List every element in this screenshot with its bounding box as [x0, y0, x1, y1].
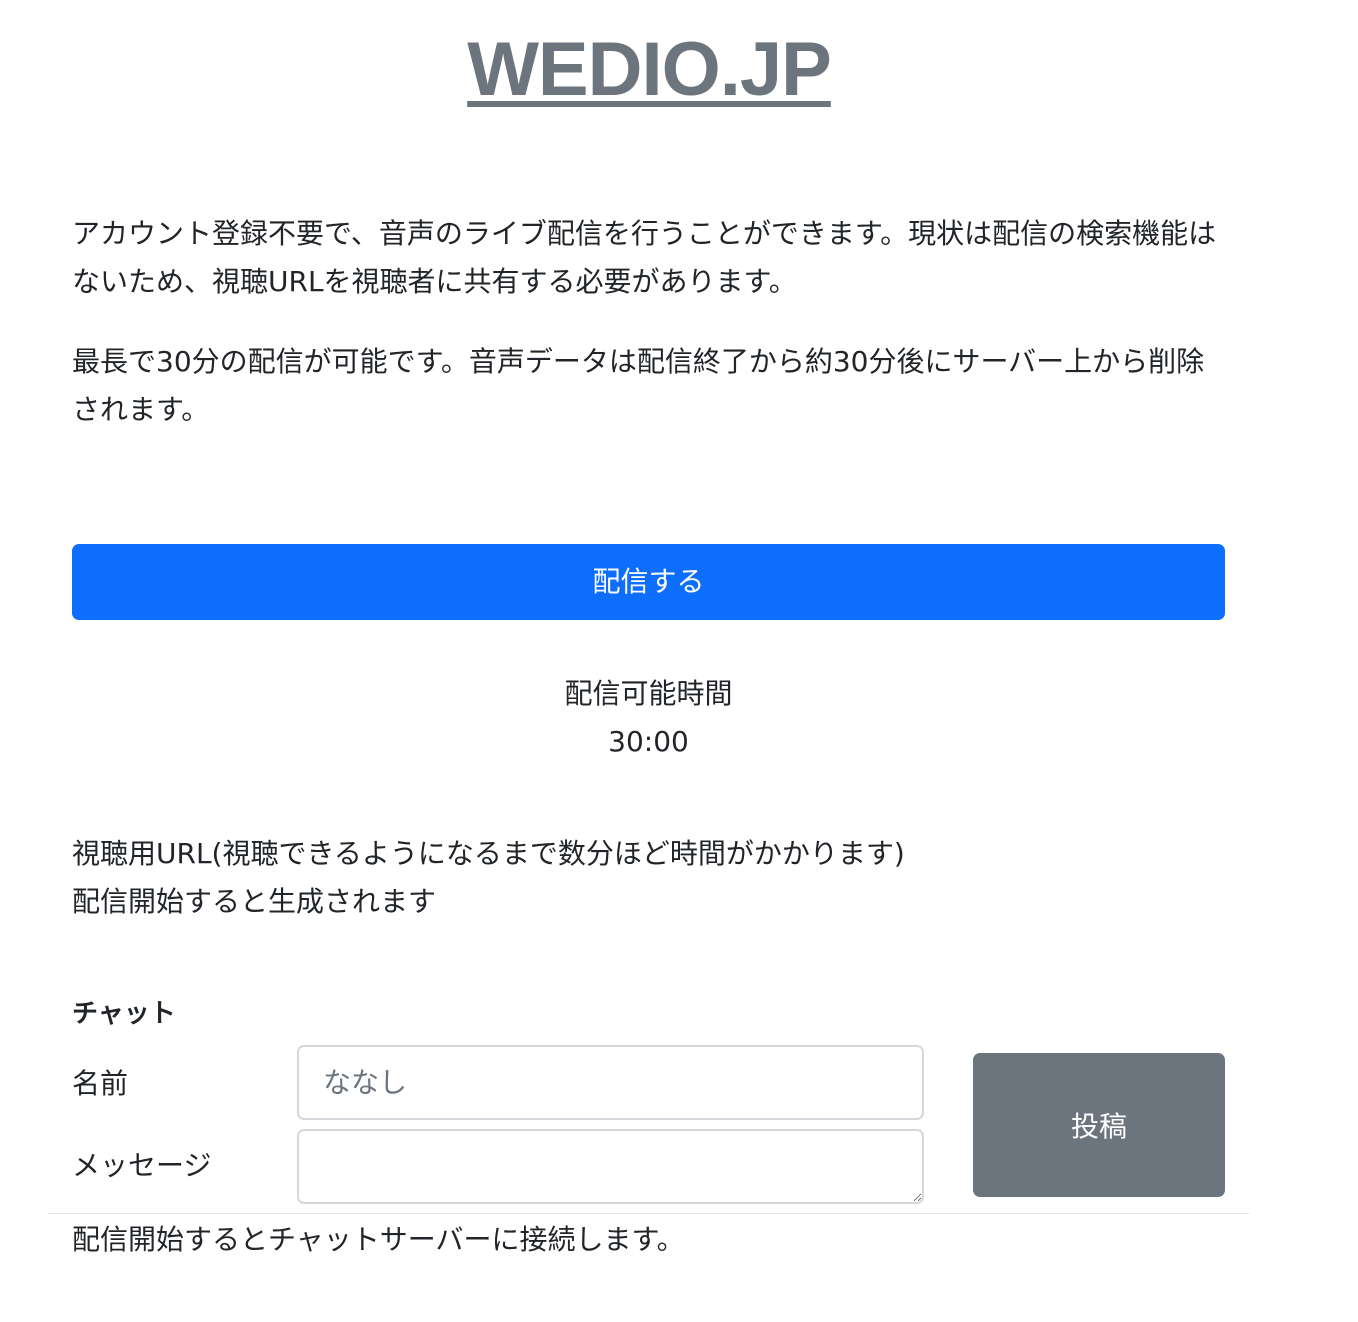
chat-connection-status: 配信開始するとチャットサーバーに接続します。	[72, 1223, 685, 1256]
name-label: 名前	[72, 1067, 129, 1100]
viewer-url-block: 視聴用URL(視聴できるようになるまで数分ほど時間がかかります) 配信開始すると…	[72, 830, 905, 926]
name-input[interactable]	[297, 1045, 924, 1120]
broadcast-time-block: 配信可能時間 30:00	[72, 670, 1225, 766]
intro-paragraph-1: アカウント登録不要で、音声のライブ配信を行うことができます。現状は配信の検索機能…	[72, 210, 1228, 306]
broadcast-time-remaining: 30:00	[608, 725, 689, 758]
intro-paragraph-1-line-2: ないため、視聴URLを視聴者に共有する必要があります。	[72, 265, 797, 298]
message-label: メッセージ	[72, 1149, 212, 1182]
viewer-url-status: 配信開始すると生成されます	[72, 885, 437, 918]
broadcast-time-label: 配信可能時間	[564, 677, 733, 710]
viewer-url-label: 視聴用URL(視聴できるようになるまで数分ほど時間がかかります)	[72, 837, 905, 870]
intro-paragraph-2-line-1: 最長で30分の配信が可能です。音声データは配信終了から約30分後にサーバー上から…	[72, 345, 1205, 378]
message-textarea[interactable]	[297, 1129, 924, 1204]
intro-paragraph-1-line-1: アカウント登録不要で、音声のライブ配信を行うことができます。現状は配信の検索機能…	[72, 217, 1217, 250]
intro-paragraph-2-line-2: されます。	[72, 393, 210, 426]
start-broadcast-button[interactable]: 配信する	[72, 544, 1225, 620]
site-title: WEDIO.JP	[0, 22, 1298, 118]
chat-heading: チャット	[72, 999, 176, 1029]
intro-paragraph-2: 最長で30分の配信が可能です。音声データは配信終了から約30分後にサーバー上から…	[72, 338, 1228, 434]
post-button[interactable]: 投稿	[973, 1053, 1225, 1197]
site-title-link[interactable]: WEDIO.JP	[467, 27, 832, 112]
chat-divider	[48, 1213, 1249, 1214]
